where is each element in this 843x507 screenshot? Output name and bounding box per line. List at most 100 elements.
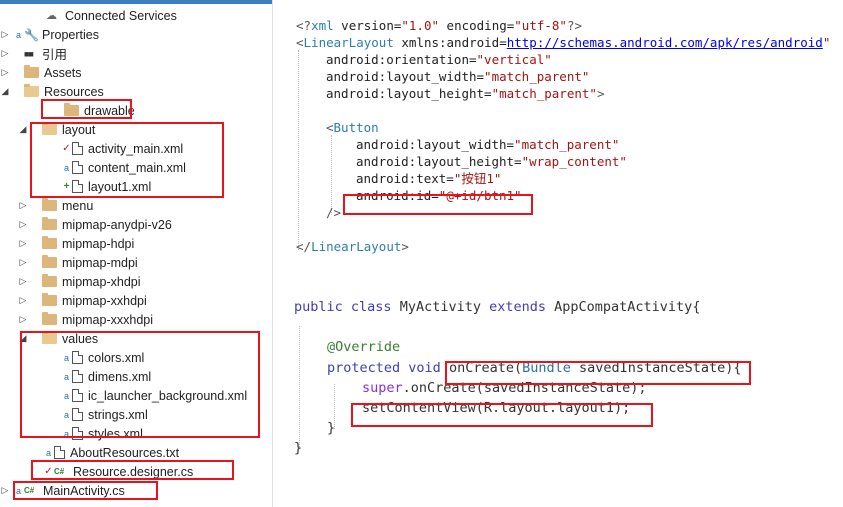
tree-item-label: colors.xml [88,350,145,365]
folder-icon [42,255,57,268]
tree-item-label: strings.xml [88,407,148,422]
code-line: </LinearLayout> [296,238,409,255]
expand-arrow-icon[interactable]: ▷ [0,67,10,79]
code-token: protected [327,360,401,376]
tree-item[interactable]: a colors.xml [48,348,144,367]
source-control-lock-icon: a [63,390,69,401]
code-token: </ [296,239,312,254]
tree-item[interactable]: ▷ menu [18,196,93,215]
collapse-arrow-icon[interactable]: ◢ [18,333,28,345]
tree-item-label: styles.xml [88,426,143,441]
code-token: < [326,120,334,135]
code-line: android:text="按钮1" [356,170,501,187]
code-line: android:layout_width="match_parent" [326,68,589,85]
tree-item-label: dimens.xml [88,369,152,384]
expand-arrow-icon[interactable]: ▷ [18,295,28,307]
expand-arrow-icon[interactable]: ▷ [0,48,10,60]
collapse-arrow-icon[interactable]: ◢ [18,124,28,136]
tree-item-label: layout [62,122,96,137]
code-token: "按钮1" [453,171,502,186]
text-file-icon [54,446,65,459]
fold-guide [331,135,332,215]
tree-item[interactable]: a strings.xml [48,405,148,424]
tree-item[interactable]: ◢ layout [18,120,95,139]
code-token: android:orientation= [326,52,477,67]
tree-item[interactable]: ▷ a C# MainActivity.cs [0,481,125,500]
tree-item-label: mipmap-xxxhdpi [62,312,154,327]
code-token: android:layout_height= [326,86,492,101]
expand-arrow-icon[interactable]: ▷ [18,257,28,269]
code-token: onCreate( [440,360,523,376]
tree-item-label: mipmap-anydpi-v26 [62,217,172,232]
source-control-lock-icon: a [15,485,21,496]
tree-item-label: Resource.designer.cs [73,464,194,479]
expand-arrow-icon[interactable]: ▷ [18,314,28,326]
source-control-checked-out-icon: ✓ [62,143,71,154]
expand-arrow-icon[interactable]: ▷ [0,29,10,41]
tree-item[interactable]: ✓ C# Resource.designer.cs [30,462,193,481]
tree-item-label: menu [62,198,94,213]
expand-arrow-icon [0,504,10,507]
code-token: < [296,35,304,50]
tree-item[interactable]: a styles.xml [48,424,143,443]
code-token: encoding= [439,18,515,33]
wrench-icon: 🔧 [24,27,39,42]
code-token: LinearLayout [311,239,402,254]
folder-icon [24,65,39,78]
code-token: /> [326,205,342,220]
code-token: MyActivity [391,299,490,315]
tree-item[interactable]: ▷ mipmap-xxhdpi [18,291,147,310]
expand-arrow-icon [40,105,50,117]
tree-item[interactable]: ◢ Resources [0,82,104,101]
tree-item[interactable]: ▷ Assets [0,63,82,82]
tree-item[interactable]: ▷ mipmap-hdpi [18,234,134,253]
code-line: @Override [327,337,400,357]
tree-item[interactable]: ▷ mipmap-anydpi-v26 [18,215,172,234]
code-token[interactable]: http://schemas.android.com/apk/res/andro… [507,35,823,50]
references-icon: ■■ [24,48,34,59]
tree-item[interactable] [0,500,29,507]
collapse-arrow-icon[interactable]: ◢ [0,86,10,98]
tree-item[interactable]: a content_main.xml [48,158,186,177]
xml-file-icon [72,389,83,402]
code-token: xmlns:android= [393,35,507,50]
tree-item[interactable]: a AboutResources.txt [30,443,179,462]
tree-item-label: drawable [84,103,135,118]
solution-explorer: ☁ Connected Services ▷ a 🔧 Properties ▷ ■■ 引用 ▷ As… [0,0,273,507]
expand-arrow-icon[interactable]: ▷ [18,276,28,288]
tree-item-label: values [62,331,99,346]
tree-item[interactable]: ◢ values [18,329,98,348]
xml-file-icon [72,408,83,421]
code-line: <?xml version="1.0" encoding="utf-8"?> [296,17,582,34]
tree-item[interactable]: ▷ mipmap-mdpi [18,253,138,272]
code-token: } [327,420,336,436]
code-token: Bundle [522,360,571,376]
code-token: "match_parent" [514,137,620,152]
folder-open-icon [24,84,39,97]
tree-item[interactable]: a dimens.xml [48,367,151,386]
expand-arrow-icon[interactable]: ▷ [0,485,10,497]
source-control-lock-icon: a [63,371,69,382]
tree-item[interactable]: + layout1.xml [48,177,152,196]
project-header-bar [0,0,272,4]
code-line: public class MyActivity extends AppCompa… [294,297,700,317]
tree-item[interactable]: ☁ Connected Services [22,6,177,25]
tree-item[interactable]: ✓ activity_main.xml [48,139,183,158]
tree-item-label: Properties [42,27,99,42]
tree-item[interactable]: ▷ ■■ 引用 [0,44,67,63]
tree-item[interactable]: ▷ mipmap-xxxhdpi [18,310,153,329]
tree-item[interactable]: ▷ mipmap-xhdpi [18,272,141,291]
code-line: android:orientation="vertical" [326,51,552,68]
folder-icon [42,236,57,249]
tree-item-label: activity_main.xml [88,141,184,156]
tree-item[interactable]: drawable [40,101,135,120]
tree-item[interactable]: a ic_launcher_background.xml [48,386,247,405]
code-token: xml [311,18,334,33]
expand-arrow-icon[interactable]: ▷ [18,219,28,231]
expand-arrow-icon[interactable]: ▷ [18,200,28,212]
expand-arrow-icon[interactable]: ▷ [18,238,28,250]
code-token: AppCompatActivity{ [546,299,701,315]
folder-icon [42,198,57,211]
code-token: "match_parent" [484,69,590,84]
tree-item[interactable]: ▷ a 🔧 Properties [0,25,99,44]
